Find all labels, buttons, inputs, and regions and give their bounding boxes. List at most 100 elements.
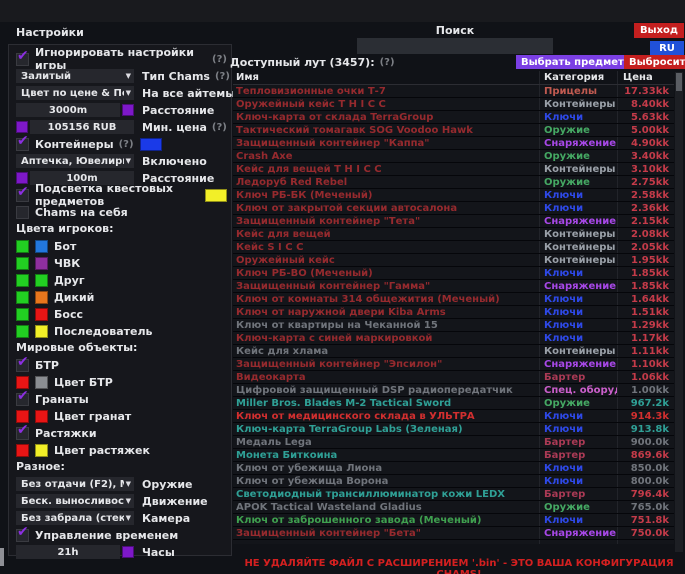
quest-highlight-checkbox[interactable]: ✔ [16,189,29,202]
table-row[interactable]: Защищенный контейнер "Гамма"Снаряжение1.… [233,280,674,293]
visible-color-swatch[interactable] [16,257,29,270]
table-row[interactable]: Цифровой защищенный DSP радиопередатчикС… [233,384,674,397]
tripwire-checkbox[interactable]: ✔ [16,427,29,440]
time-control-label: Управление временем [35,529,178,542]
edge-handle[interactable] [0,548,4,566]
column-header-name[interactable]: Имя [233,71,540,84]
table-row[interactable]: Защищенный контейнер "Каппа"Снаряжение4.… [233,137,674,150]
btr-checkbox[interactable]: ✔ [16,359,29,372]
table-row[interactable]: Монета БиткоинаБартер869.6k [233,449,674,462]
table-row[interactable]: APOK Tactical Wasteland GladiusОружие765… [233,501,674,514]
table-row[interactable]: Кейс для хламаКонтейнеры1.11kk [233,345,674,358]
table-row[interactable]: Кейс для вещей Т Н I С СКонтейнеры3.10kk [233,163,674,176]
table-row[interactable]: Кейс S I C CКонтейнеры2.05kk [233,241,674,254]
help-icon[interactable]: (?) [215,71,230,82]
grenades-checkbox[interactable]: ✔ [16,393,29,406]
tripwire-visible-swatch[interactable] [16,444,29,457]
help-icon[interactable]: (?) [119,139,134,150]
time-control-checkbox[interactable]: ✔ [16,529,29,542]
table-row[interactable]: Защищенный контейнер "Тета"Снаряжение2.1… [233,215,674,228]
table-row[interactable]: Ключ-карта с синей маркировкойКлючи1.17k… [233,332,674,345]
column-header-price[interactable]: Цена [618,71,673,84]
table-row[interactable]: Ключ-карта от склада TerraGroupКлючи5.63… [233,111,674,124]
quest-color-swatch[interactable] [205,189,227,202]
table-row[interactable]: Ключ от комнаты 314 общежития (Меченый)К… [233,293,674,306]
table-row[interactable]: Ключ от наружной двери Kiba ArmsКлючи1.5… [233,306,674,319]
category-filter-select[interactable]: Аптечка, Ювелирные и...▼ [16,154,134,168]
table-row[interactable]: Ключ от заброшенного завода (Меченый)Клю… [233,514,674,527]
table-row[interactable]: Тепловизионные очки Т-7Прицелы17.33kk [233,85,674,98]
distance-all-input[interactable]: 3000m [16,103,120,117]
hidden-color-swatch[interactable] [35,291,48,304]
table-row[interactable]: Ключ РБ-ВО (Меченый)Ключи1.85kk [233,267,674,280]
distance-color-swatch[interactable] [122,104,134,116]
visible-color-swatch[interactable] [16,325,29,338]
table-row[interactable]: Тактический томагавк SOG Voodoo HawkОруж… [233,124,674,137]
table-row[interactable]: Оружейный кейсКонтейнеры1.95kk [233,254,674,267]
table-row[interactable]: Miller Bros. Blades M-2 Tactical SwordОр… [233,397,674,410]
distance-items-swatch[interactable] [16,172,28,184]
table-row[interactable]: Оружейный кейс Т Н I С СКонтейнеры8.40kk [233,98,674,111]
btr-hidden-swatch[interactable] [35,376,48,389]
table-row[interactable]: Ключ от убежища ВоронаКлючи800.0k [233,475,674,488]
table-row[interactable]: Светодиодный трансиллюминатор кожи LEDXБ… [233,488,674,501]
item-category: Ключи [540,423,618,435]
ignore-game-settings-checkbox[interactable]: ✔ [16,53,29,66]
table-row[interactable]: Ключ РБ-БК (Меченый)Ключи2.58kk [233,189,674,202]
btr-visible-swatch[interactable] [16,376,29,389]
table-row[interactable]: Crash AxeОружие3.40kk [233,150,674,163]
help-icon[interactable]: (?) [380,57,395,68]
visible-color-swatch[interactable] [16,308,29,321]
table-row[interactable] [233,540,674,544]
weapon-select[interactable]: Без отдачи (F2), Мгновенное п▼ [16,477,134,491]
table-row[interactable]: Ключ от медицинского склада в УЛЬТРАКлюч… [233,410,674,423]
movement-select[interactable]: Беск. выносливость и нет уста▼ [16,494,134,508]
hours-input[interactable]: 21h [16,545,120,559]
language-button[interactable]: RU [650,41,684,55]
hidden-color-swatch[interactable] [35,240,48,253]
color-mode-select[interactable]: Цвет по цене & Пользователь▼ [16,86,134,100]
discard-all-button[interactable]: Выбросить все [624,55,685,69]
distance-all-row: 3000m Расстояние [16,103,227,117]
table-row[interactable]: Ледоруб Red RebelОружие2.75kk [233,176,674,189]
table-row[interactable]: Медаль LegaБартер900.0k [233,436,674,449]
table-row[interactable]: Защищенный контейнер "Эпсилон"Снаряжение… [233,358,674,371]
exit-button[interactable]: Выход [634,23,684,38]
table-row[interactable]: Защищенный контейнер "Бета"Снаряжение750… [233,527,674,540]
hours-color-swatch[interactable] [122,546,134,558]
tripwire-hidden-swatch[interactable] [35,444,48,457]
chevron-down-icon: ▼ [126,72,131,80]
chams-type-select[interactable]: Залитый▼ [16,69,134,83]
hidden-color-swatch[interactable] [35,325,48,338]
grenade-visible-swatch[interactable] [16,410,29,423]
visible-color-swatch[interactable] [16,291,29,304]
containers-checkbox[interactable]: ✔ [16,138,29,151]
item-name: Ключ от заброшенного завода (Меченый) [233,514,540,526]
table-row[interactable]: ВидеокартаБартер1.06kk [233,371,674,384]
scrollbar-thumb[interactable] [676,73,682,91]
visible-color-swatch[interactable] [16,274,29,287]
visible-color-swatch[interactable] [16,240,29,253]
hidden-color-swatch[interactable] [35,257,48,270]
table-row[interactable]: Ключ-карта TerraGroup Labs (Зеленая)Ключ… [233,423,674,436]
min-price-input[interactable]: 105156 RUB [30,120,134,134]
item-category: Бартер [540,488,618,500]
weapon-label: Оружие [142,478,193,491]
containers-color-swatch[interactable] [140,138,162,151]
chams-self-checkbox[interactable] [16,206,29,219]
help-icon[interactable]: (?) [212,122,227,133]
table-row[interactable]: Ключ от убежища ЛионаКлючи850.0k [233,462,674,475]
search-input[interactable] [357,38,553,54]
camera-select[interactable]: Без забрала (стекло шлема)▼ [16,511,134,525]
item-category: Ключи [540,332,618,344]
column-header-category[interactable]: Категория [540,71,618,84]
grenade-hidden-swatch[interactable] [35,410,48,423]
table-row[interactable]: Ключ от закрытой секции автосалонаКлючи2… [233,202,674,215]
table-scrollbar[interactable] [675,72,683,552]
hidden-color-swatch[interactable] [35,274,48,287]
min-price-swatch[interactable] [16,121,28,133]
help-icon[interactable]: (?) [212,54,227,65]
table-row[interactable]: Кейс для вещейКонтейнеры2.08kk [233,228,674,241]
table-row[interactable]: Ключ от квартиры на Чеканной 15Ключи1.29… [233,319,674,332]
hidden-color-swatch[interactable] [35,308,48,321]
